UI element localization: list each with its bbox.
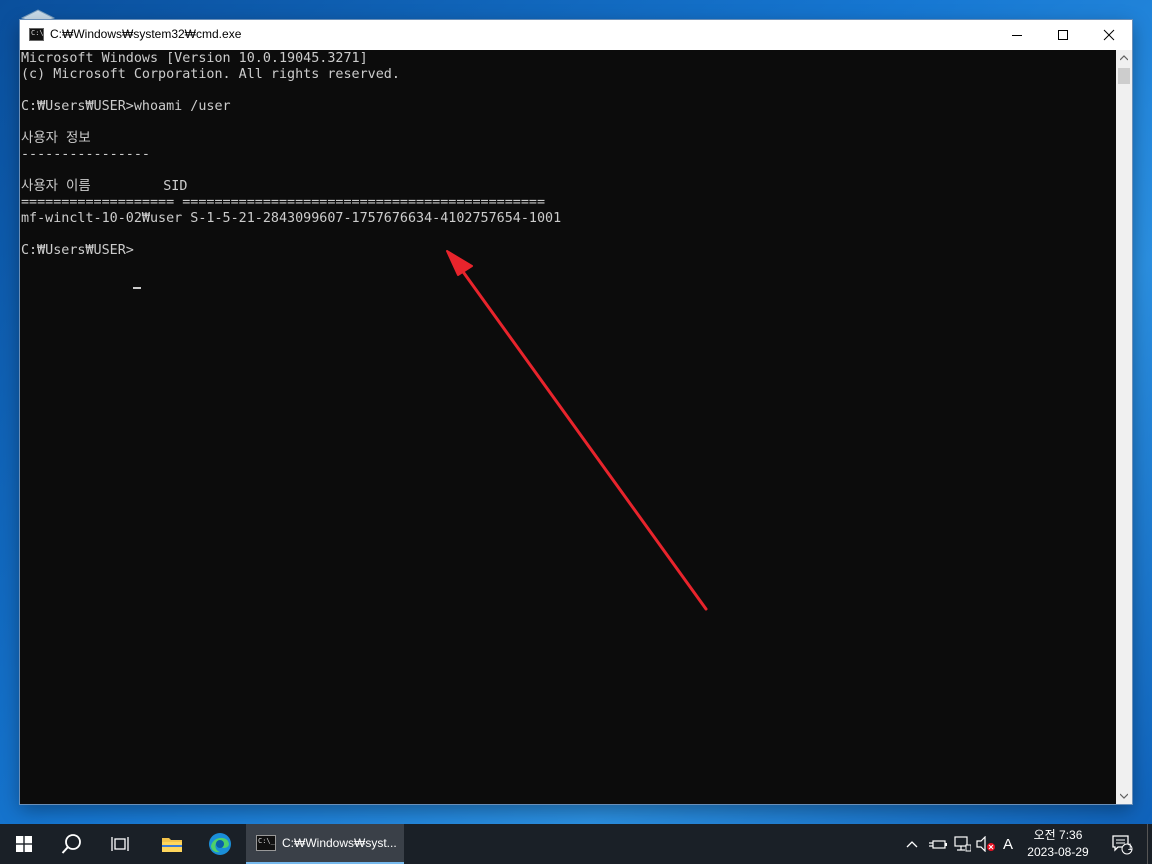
volume-button[interactable]: [974, 824, 998, 864]
ime-indicator[interactable]: A: [998, 824, 1018, 864]
chevron-up-icon: [1120, 55, 1128, 61]
show-desktop-button[interactable]: [1147, 824, 1148, 864]
volume-muted-icon: [976, 836, 995, 852]
text-cursor: [133, 287, 141, 289]
search-icon: [61, 834, 81, 854]
notification-count: 1: [1127, 842, 1133, 852]
minimize-icon: [1012, 35, 1022, 36]
windows-logo-icon: [16, 836, 32, 852]
console-line: Microsoft Windows [Version 10.0.19045.32…: [21, 51, 368, 66]
taskbar-cmd-label: C:₩Windows₩syst...: [282, 836, 397, 850]
clock-time: 오전 7:36: [1033, 828, 1083, 842]
console-line: =================== ====================…: [21, 195, 546, 210]
console-line: (c) Microsoft Corporation. All rights re…: [21, 67, 400, 82]
console-line: mf-winclt-10-02₩user S-1-5-21-2843099607…: [21, 211, 562, 226]
console-line: 사용자 정보: [21, 131, 91, 146]
show-hidden-icons-button[interactable]: [900, 824, 924, 864]
edge-button[interactable]: [196, 824, 244, 864]
close-icon: [1103, 29, 1115, 41]
edge-icon: [209, 833, 231, 855]
clock[interactable]: 오전 7:36 2023-08-29: [1018, 827, 1098, 861]
cmd-icon: C:\: [29, 28, 44, 41]
cmd-icon: C:\_: [256, 835, 276, 851]
maximize-icon: [1058, 30, 1068, 40]
chevron-down-icon: [1120, 793, 1128, 799]
console-prompt: C:₩Users₩USER>: [21, 243, 134, 258]
search-button[interactable]: [48, 824, 96, 864]
action-center-button[interactable]: 1: [1106, 824, 1138, 864]
taskbar-cmd-button[interactable]: C:\_ C:₩Windows₩syst...: [246, 824, 404, 864]
network-button[interactable]: [950, 824, 974, 864]
network-icon: [954, 836, 971, 852]
window-title: C:₩Windows₩system32₩cmd.exe: [50, 27, 242, 41]
console-line: C:₩Users₩USER>whoami /user: [21, 99, 231, 114]
console-line: ----------------: [21, 147, 150, 162]
scroll-thumb[interactable]: [1118, 68, 1130, 84]
power-plug-icon: [929, 840, 947, 849]
battery-button[interactable]: [926, 824, 950, 864]
maximize-button[interactable]: [1040, 20, 1086, 50]
taskbar: C:\_ C:₩Windows₩syst... A 오전 7:36 2023-0…: [0, 824, 1152, 864]
folder-icon: [162, 838, 182, 852]
minimize-button[interactable]: [994, 20, 1040, 50]
title-bar[interactable]: C:\ C:₩Windows₩system32₩cmd.exe: [20, 20, 1132, 50]
file-explorer-button[interactable]: [148, 824, 196, 864]
scroll-up-button[interactable]: [1116, 50, 1132, 66]
chevron-up-icon: [906, 841, 918, 848]
close-button[interactable]: [1086, 20, 1132, 50]
vertical-scrollbar[interactable]: [1116, 50, 1132, 804]
console-line: 사용자 이름 SID: [21, 179, 188, 194]
task-view-icon: [111, 837, 129, 851]
start-button[interactable]: [0, 824, 48, 864]
console-output[interactable]: Microsoft Windows [Version 10.0.19045.32…: [20, 50, 1116, 804]
clock-date: 2023-08-29: [1027, 845, 1089, 859]
cmd-window: C:\ C:₩Windows₩system32₩cmd.exe Microsof…: [20, 20, 1132, 804]
scroll-down-button[interactable]: [1116, 788, 1132, 804]
task-view-button[interactable]: [96, 824, 144, 864]
